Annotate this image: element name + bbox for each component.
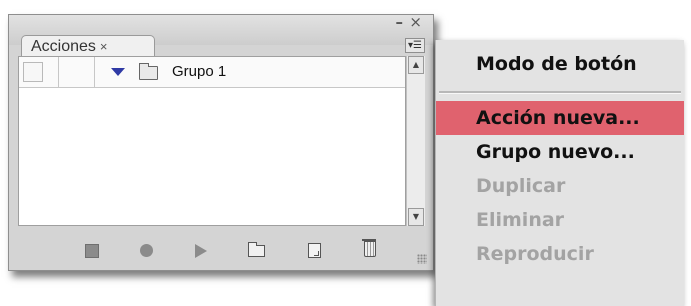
menu-item-play: Reproducir — [476, 243, 594, 265]
actions-panel: – × Acciones × ▾☰ Grupo 1 ▲ ▼ — [8, 13, 434, 271]
tab-label: Acciones — [31, 37, 96, 55]
menu-item-duplicate: Duplicar — [476, 175, 566, 197]
panel-flyout-menu: Modo de botón Acción nueva... Grupo nuev… — [435, 40, 684, 306]
tab-close-icon[interactable]: × — [100, 39, 108, 54]
panel-toolbar — [9, 232, 433, 270]
vertical-scrollbar[interactable]: ▲ ▼ — [406, 56, 425, 226]
close-button[interactable]: × — [409, 13, 422, 31]
stop-icon[interactable] — [85, 244, 99, 258]
new-action-icon[interactable] — [308, 243, 321, 258]
toggle-item-checkbox[interactable] — [23, 62, 43, 82]
trash-icon[interactable] — [362, 239, 376, 257]
menu-item-new-action[interactable]: Acción nueva... — [436, 101, 684, 135]
actions-list: Grupo 1 — [18, 56, 406, 226]
scroll-down-button[interactable]: ▼ — [408, 208, 424, 226]
list-item[interactable]: Grupo 1 — [19, 57, 405, 88]
play-icon[interactable] — [195, 244, 207, 258]
menu-separator — [439, 91, 681, 94]
menu-item-new-set[interactable]: Grupo nuevo... — [436, 135, 684, 169]
panel-menu-button[interactable]: ▾☰ — [405, 38, 425, 53]
resize-grip-icon[interactable] — [417, 254, 427, 264]
expand-triangle-icon[interactable] — [111, 68, 125, 76]
new-set-icon[interactable] — [248, 242, 265, 257]
record-icon[interactable] — [140, 244, 153, 257]
column-divider — [58, 57, 59, 87]
tab-acciones[interactable]: Acciones × — [21, 35, 155, 57]
folder-icon — [139, 63, 158, 80]
set-name-label: Grupo 1 — [172, 63, 227, 80]
column-divider — [94, 57, 95, 87]
scroll-up-button[interactable]: ▲ — [408, 56, 424, 74]
minimize-button[interactable]: – — [396, 13, 404, 31]
menu-item-delete: Eliminar — [476, 209, 565, 231]
menu-item-button-mode[interactable]: Modo de botón — [436, 47, 684, 81]
